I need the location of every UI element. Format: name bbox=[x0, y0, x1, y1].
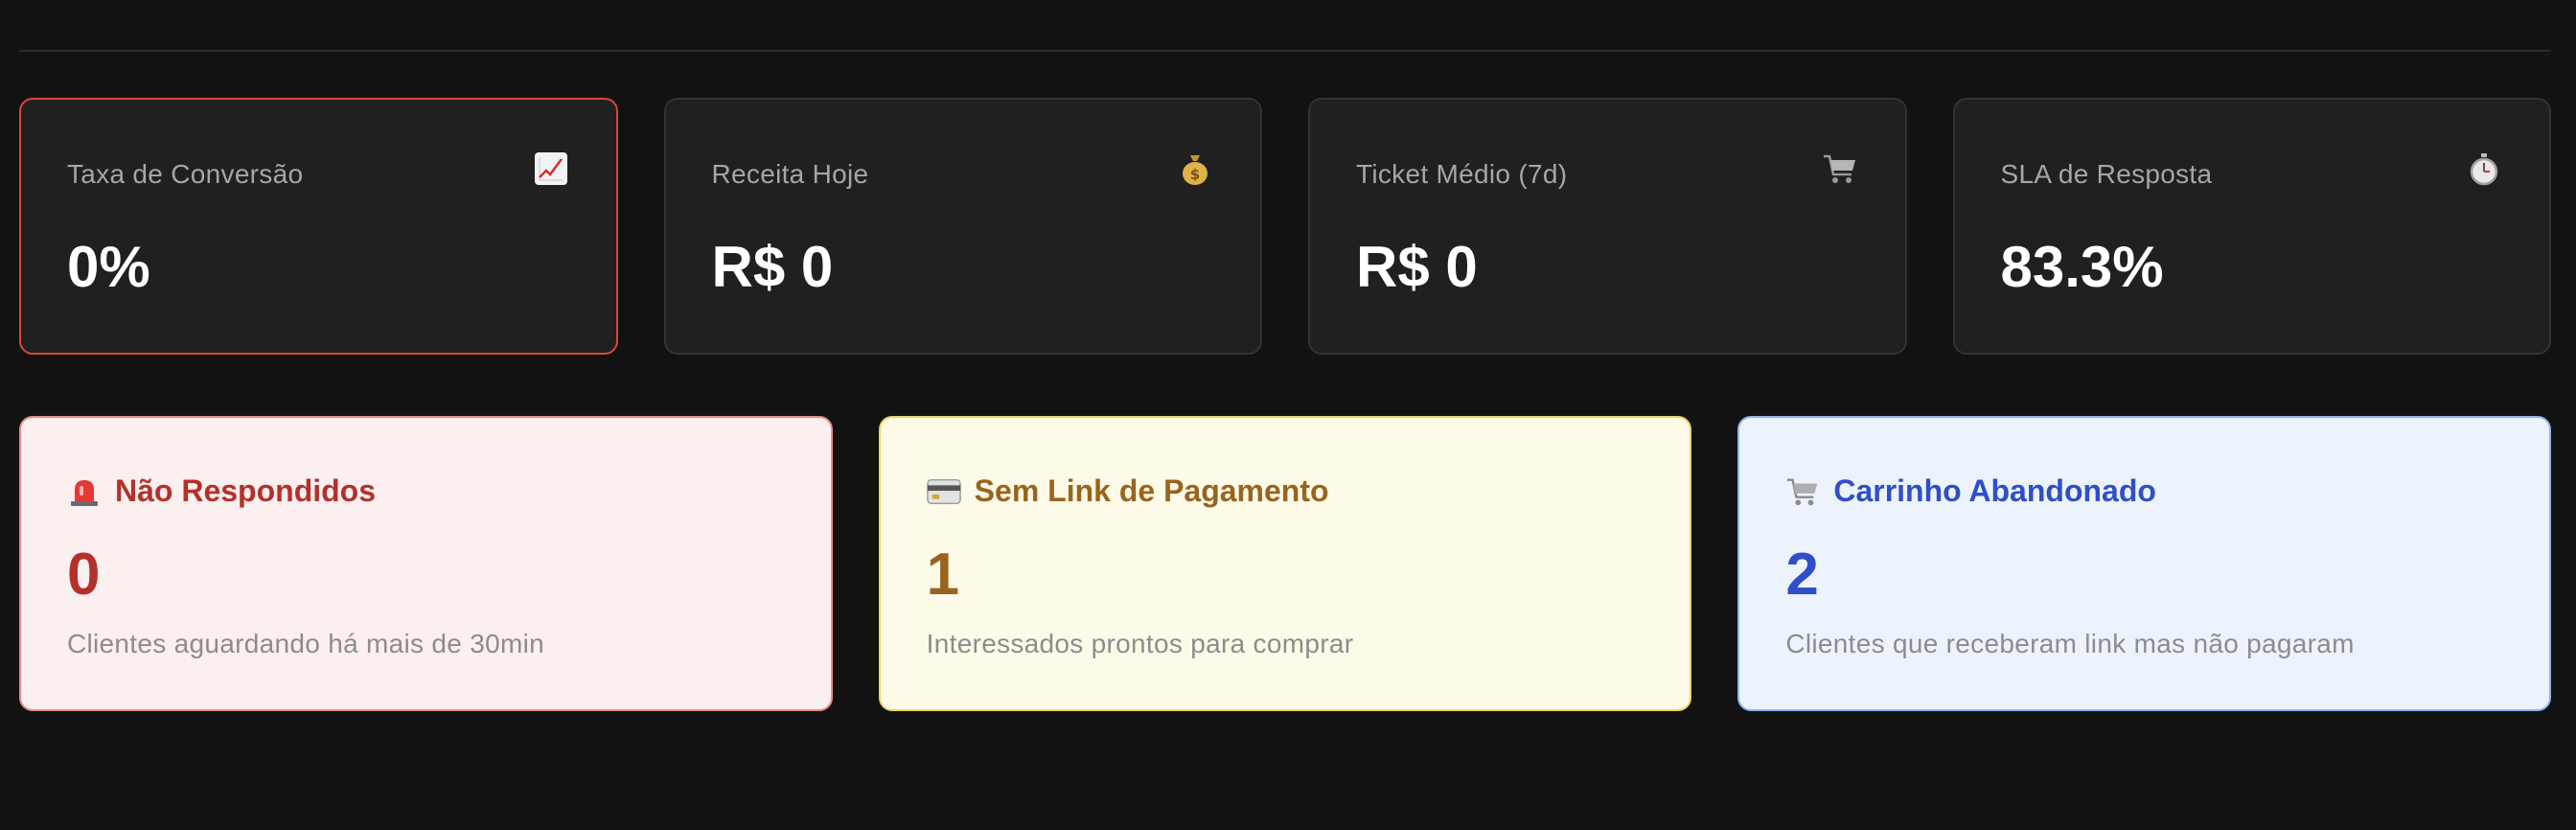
cart-icon bbox=[1785, 474, 1820, 509]
chart-up-icon bbox=[532, 150, 570, 188]
alert-count: 1 bbox=[926, 542, 960, 608]
alert-description: Interessados prontos para comprar bbox=[926, 629, 1354, 658]
alert-title: Carrinho Abandonado bbox=[1833, 473, 2156, 508]
credit-card-icon bbox=[926, 474, 961, 509]
kpi-card-response-sla[interactable]: SLA de Resposta 83.3% bbox=[1952, 98, 2551, 355]
kpi-value: 0% bbox=[67, 235, 150, 299]
alert-description: Clientes que receberam link mas não paga… bbox=[1785, 629, 2355, 658]
kpi-card-average-ticket[interactable]: Ticket Médio (7d) R$ 0 bbox=[1308, 98, 1907, 355]
kpi-value: R$ 0 bbox=[711, 235, 834, 299]
top-divider bbox=[19, 50, 2551, 52]
alert-count: 0 bbox=[67, 542, 101, 608]
alert-count: 2 bbox=[1785, 542, 1819, 608]
kpi-label: Receita Hoje bbox=[711, 159, 869, 189]
kpi-value: R$ 0 bbox=[1356, 235, 1478, 299]
kpi-card-conversion-rate[interactable]: Taxa de Conversão 0% bbox=[19, 98, 618, 355]
alert-title: Não Respondidos bbox=[115, 473, 377, 508]
kpi-label: SLA de Resposta bbox=[2000, 159, 2213, 189]
money-bag-icon: $ bbox=[1176, 150, 1214, 188]
alert-description: Clientes aguardando há mais de 30min bbox=[67, 629, 544, 658]
kpi-value: 83.3% bbox=[2000, 235, 2164, 299]
alert-card-no-payment-link[interactable]: Sem Link de Pagamento 1 Interessados pro… bbox=[878, 416, 1692, 711]
siren-icon bbox=[67, 474, 102, 509]
alert-row: Não Respondidos 0 Clientes aguardando há… bbox=[19, 416, 2552, 711]
alert-card-not-responded[interactable]: Não Respondidos 0 Clientes aguardando há… bbox=[19, 416, 833, 711]
alert-card-abandoned-cart[interactable]: Carrinho Abandonado 2 Clientes que receb… bbox=[1737, 416, 2552, 711]
kpi-label: Taxa de Conversão bbox=[67, 159, 304, 189]
alert-header: Sem Link de Pagamento bbox=[926, 473, 1329, 509]
cart-icon bbox=[1821, 150, 1859, 188]
alert-header: Carrinho Abandonado bbox=[1785, 473, 2156, 509]
alert-title: Sem Link de Pagamento bbox=[974, 473, 1329, 508]
svg-text:$: $ bbox=[1190, 166, 1200, 183]
alert-header: Não Respondidos bbox=[67, 473, 376, 509]
kpi-label: Ticket Médio (7d) bbox=[1356, 159, 1568, 189]
kpi-row: Taxa de Conversão 0% Receita Hoje $ R$ 0… bbox=[19, 98, 2551, 355]
kpi-card-revenue-today[interactable]: Receita Hoje $ R$ 0 bbox=[663, 98, 1262, 355]
stopwatch-icon bbox=[2465, 150, 2503, 188]
